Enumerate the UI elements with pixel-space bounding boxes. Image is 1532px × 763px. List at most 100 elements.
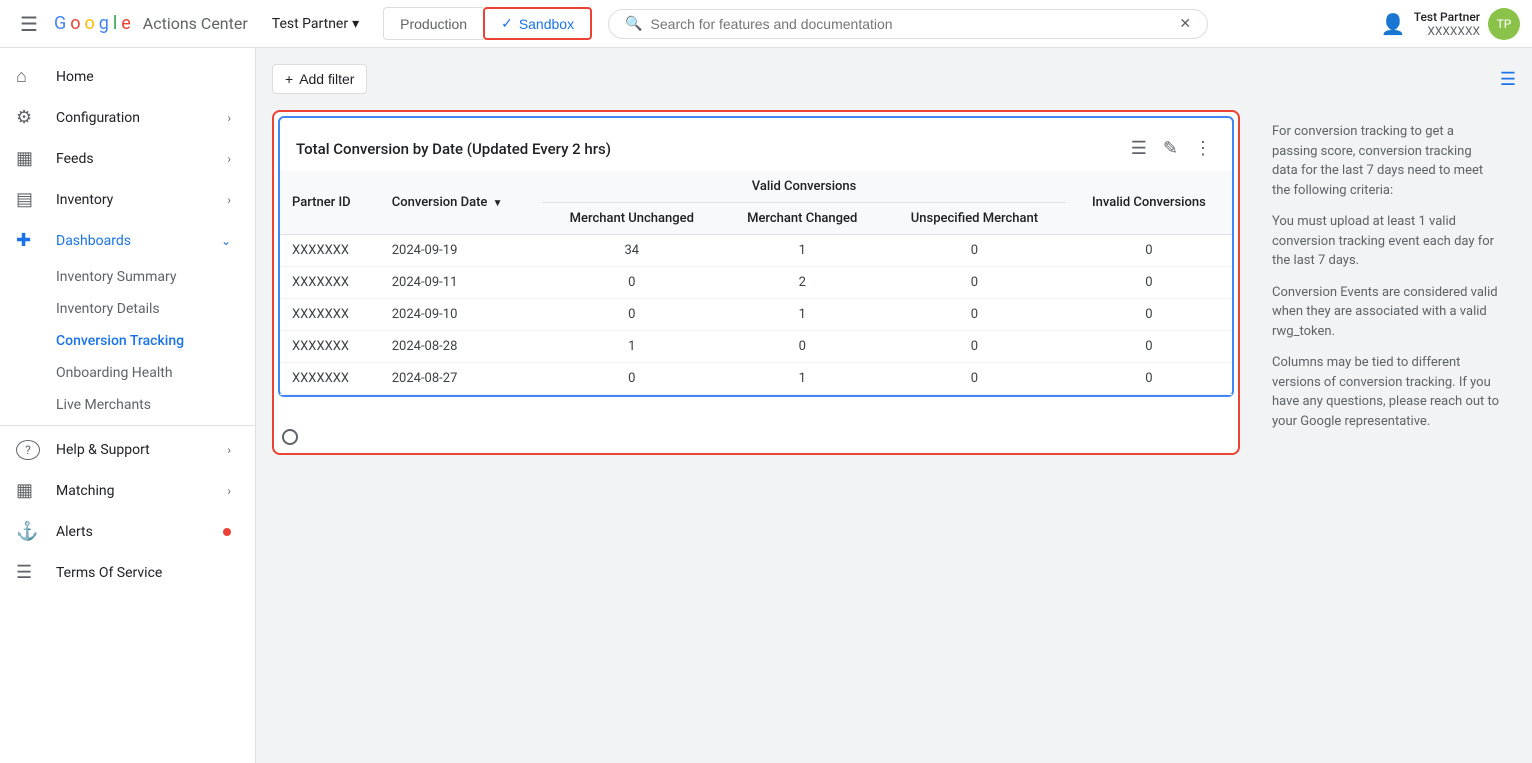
logo-e-red: e [121, 13, 131, 34]
cell-merchant-unchanged: 1 [542, 331, 721, 363]
col-unspecified-merchant: Unspecified Merchant [883, 203, 1066, 235]
cell-conversion-date: 2024-08-28 [380, 331, 543, 363]
info-paragraph: Columns may be tied to different version… [1272, 353, 1500, 431]
cell-invalid-conversions: 0 [1066, 299, 1232, 331]
google-logo: Google [54, 13, 131, 34]
feeds-expand-icon: › [227, 152, 231, 166]
sidebar-sub-live-merchants[interactable]: Live Merchants [56, 389, 247, 421]
sidebar-item-help[interactable]: ? Help & Support › [0, 430, 247, 470]
col-conversion-date[interactable]: Conversion Date ▼ [380, 171, 543, 235]
sidebar-item-matching[interactable]: ▦ Matching › [0, 470, 247, 511]
production-button[interactable]: Production [383, 7, 483, 40]
sidebar-item-alerts[interactable]: ⚓ Alerts [0, 511, 247, 552]
sidebar-sub-dashboards: Inventory Summary Inventory Details Conv… [0, 261, 255, 421]
cell-invalid-conversions: 0 [1066, 267, 1232, 299]
sandbox-checkmark: ✓ [501, 15, 513, 32]
chart-filter-icon[interactable]: ☰ [1127, 134, 1151, 163]
table-row: XXXXXXX 2024-08-28 1 0 0 0 [280, 331, 1232, 363]
search-input[interactable] [651, 16, 1172, 32]
partner-chevron: ▾ [352, 16, 359, 32]
chart-card-inner: Total Conversion by Date (Updated Every … [278, 116, 1234, 397]
table-row: XXXXXXX 2024-09-11 0 2 0 0 [280, 267, 1232, 299]
add-filter-label: Add filter [299, 71, 354, 87]
sidebar-sub-onboarding-health[interactable]: Onboarding Health [56, 357, 247, 389]
cell-unspecified-merchant: 0 [883, 331, 1066, 363]
sidebar: ⌂ Home ⚙ Configuration › ▦ Feeds › ▤ Inv… [0, 48, 256, 763]
cell-conversion-date: 2024-09-10 [380, 299, 543, 331]
info-panel: For conversion tracking to get a passing… [1256, 110, 1516, 455]
inventory-expand-icon: › [227, 193, 231, 207]
sidebar-item-dashboards[interactable]: ✚ Dashboards ⌄ [0, 220, 247, 261]
sandbox-button[interactable]: ✓ Sandbox [483, 7, 592, 40]
search-bar[interactable]: 🔍 ✕ [608, 9, 1208, 39]
env-buttons: Production ✓ Sandbox [383, 7, 592, 40]
col-invalid: Invalid Conversions [1066, 171, 1232, 235]
sidebar-label-terms: Terms Of Service [56, 565, 162, 581]
col-group-valid: Valid Conversions [542, 171, 1065, 203]
home-icon: ⌂ [16, 66, 40, 87]
col-partner-id: Partner ID [280, 171, 380, 235]
sort-arrow: ▼ [493, 198, 503, 209]
layout: ⌂ Home ⚙ Configuration › ▦ Feeds › ▤ Inv… [0, 48, 1532, 763]
sidebar-label-alerts: Alerts [56, 524, 93, 540]
sidebar-sub-inventory-details[interactable]: Inventory Details [56, 293, 247, 325]
chart-more-icon[interactable]: ⋮ [1190, 134, 1216, 163]
sidebar-item-configuration[interactable]: ⚙ Configuration › [0, 97, 247, 138]
sidebar-item-home[interactable]: ⌂ Home [0, 56, 247, 97]
cell-invalid-conversions: 0 [1066, 235, 1232, 267]
cell-unspecified-merchant: 0 [883, 363, 1066, 395]
cell-unspecified-merchant: 0 [883, 235, 1066, 267]
table-row: XXXXXXX 2024-09-19 34 1 0 0 [280, 235, 1232, 267]
cell-merchant-unchanged: 0 [542, 267, 721, 299]
cell-partner-id: XXXXXXX [280, 331, 380, 363]
add-filter-button[interactable]: + Add filter [272, 64, 367, 94]
info-paragraph: For conversion tracking to get a passing… [1272, 122, 1500, 200]
sidebar-label-matching: Matching [56, 483, 114, 499]
partner-name: Test Partner [272, 16, 348, 32]
chart-title: Total Conversion by Date (Updated Every … [296, 140, 611, 158]
cell-merchant-changed: 2 [721, 267, 883, 299]
avatar: TP [1488, 8, 1520, 40]
sidebar-sub-conversion-tracking[interactable]: Conversion Tracking [56, 325, 247, 357]
cell-partner-id: XXXXXXX [280, 267, 380, 299]
sidebar-item-terms[interactable]: ☰ Terms Of Service [0, 552, 247, 593]
sidebar-label-help: Help & Support [56, 442, 150, 458]
alerts-badge [223, 528, 231, 536]
user-info: Test Partner XXXXXXX [1414, 10, 1480, 38]
table-row: XXXXXXX 2024-08-27 0 1 0 0 [280, 363, 1232, 395]
chart-edit-icon[interactable]: ✎ [1159, 134, 1182, 163]
sidebar-label-feeds: Feeds [56, 151, 94, 167]
partner-selector[interactable]: Test Partner ▾ [264, 12, 367, 36]
inventory-icon: ▤ [16, 189, 40, 210]
help-expand-icon: › [227, 443, 231, 457]
terms-icon: ☰ [16, 562, 40, 583]
cell-invalid-conversions: 0 [1066, 331, 1232, 363]
clear-search-icon[interactable]: ✕ [1179, 16, 1191, 32]
cell-unspecified-merchant: 0 [883, 299, 1066, 331]
filter-options-icon[interactable]: ☰ [1500, 69, 1516, 90]
cell-unspecified-merchant: 0 [883, 267, 1066, 299]
cell-merchant-unchanged: 34 [542, 235, 721, 267]
header-icons: 👤 Test Partner XXXXXXX TP [1381, 8, 1520, 40]
chart-card: Total Conversion by Date (Updated Every … [272, 110, 1240, 455]
account-icon[interactable]: 👤 [1381, 12, 1406, 36]
matching-icon: ▦ [16, 480, 40, 501]
cell-partner-id: XXXXXXX [280, 299, 380, 331]
help-icon: ? [16, 440, 40, 460]
info-paragraph: You must upload at least 1 valid convers… [1272, 212, 1500, 271]
sidebar-item-inventory[interactable]: ▤ Inventory › [0, 179, 247, 220]
logo-g-blue: G [54, 13, 66, 34]
cell-merchant-unchanged: 0 [542, 299, 721, 331]
sidebar-sub-inventory-summary[interactable]: Inventory Summary [56, 261, 247, 293]
cell-partner-id: XXXXXXX [280, 235, 380, 267]
content-area: Total Conversion by Date (Updated Every … [272, 110, 1516, 455]
dashboards-icon: ✚ [16, 230, 40, 251]
user-name: Test Partner [1414, 10, 1480, 24]
menu-icon[interactable]: ☰ [12, 4, 46, 44]
header: ☰ Google Actions Center Test Partner ▾ P… [0, 0, 1532, 48]
main-content: + Add filter ☰ Total Conversion by Date … [256, 48, 1532, 763]
data-table: Partner ID Conversion Date ▼ Valid Conve… [280, 171, 1232, 395]
sidebar-item-feeds[interactable]: ▦ Feeds › [0, 138, 247, 179]
sandbox-label: Sandbox [519, 16, 574, 32]
scroll-indicator[interactable] [282, 429, 298, 445]
